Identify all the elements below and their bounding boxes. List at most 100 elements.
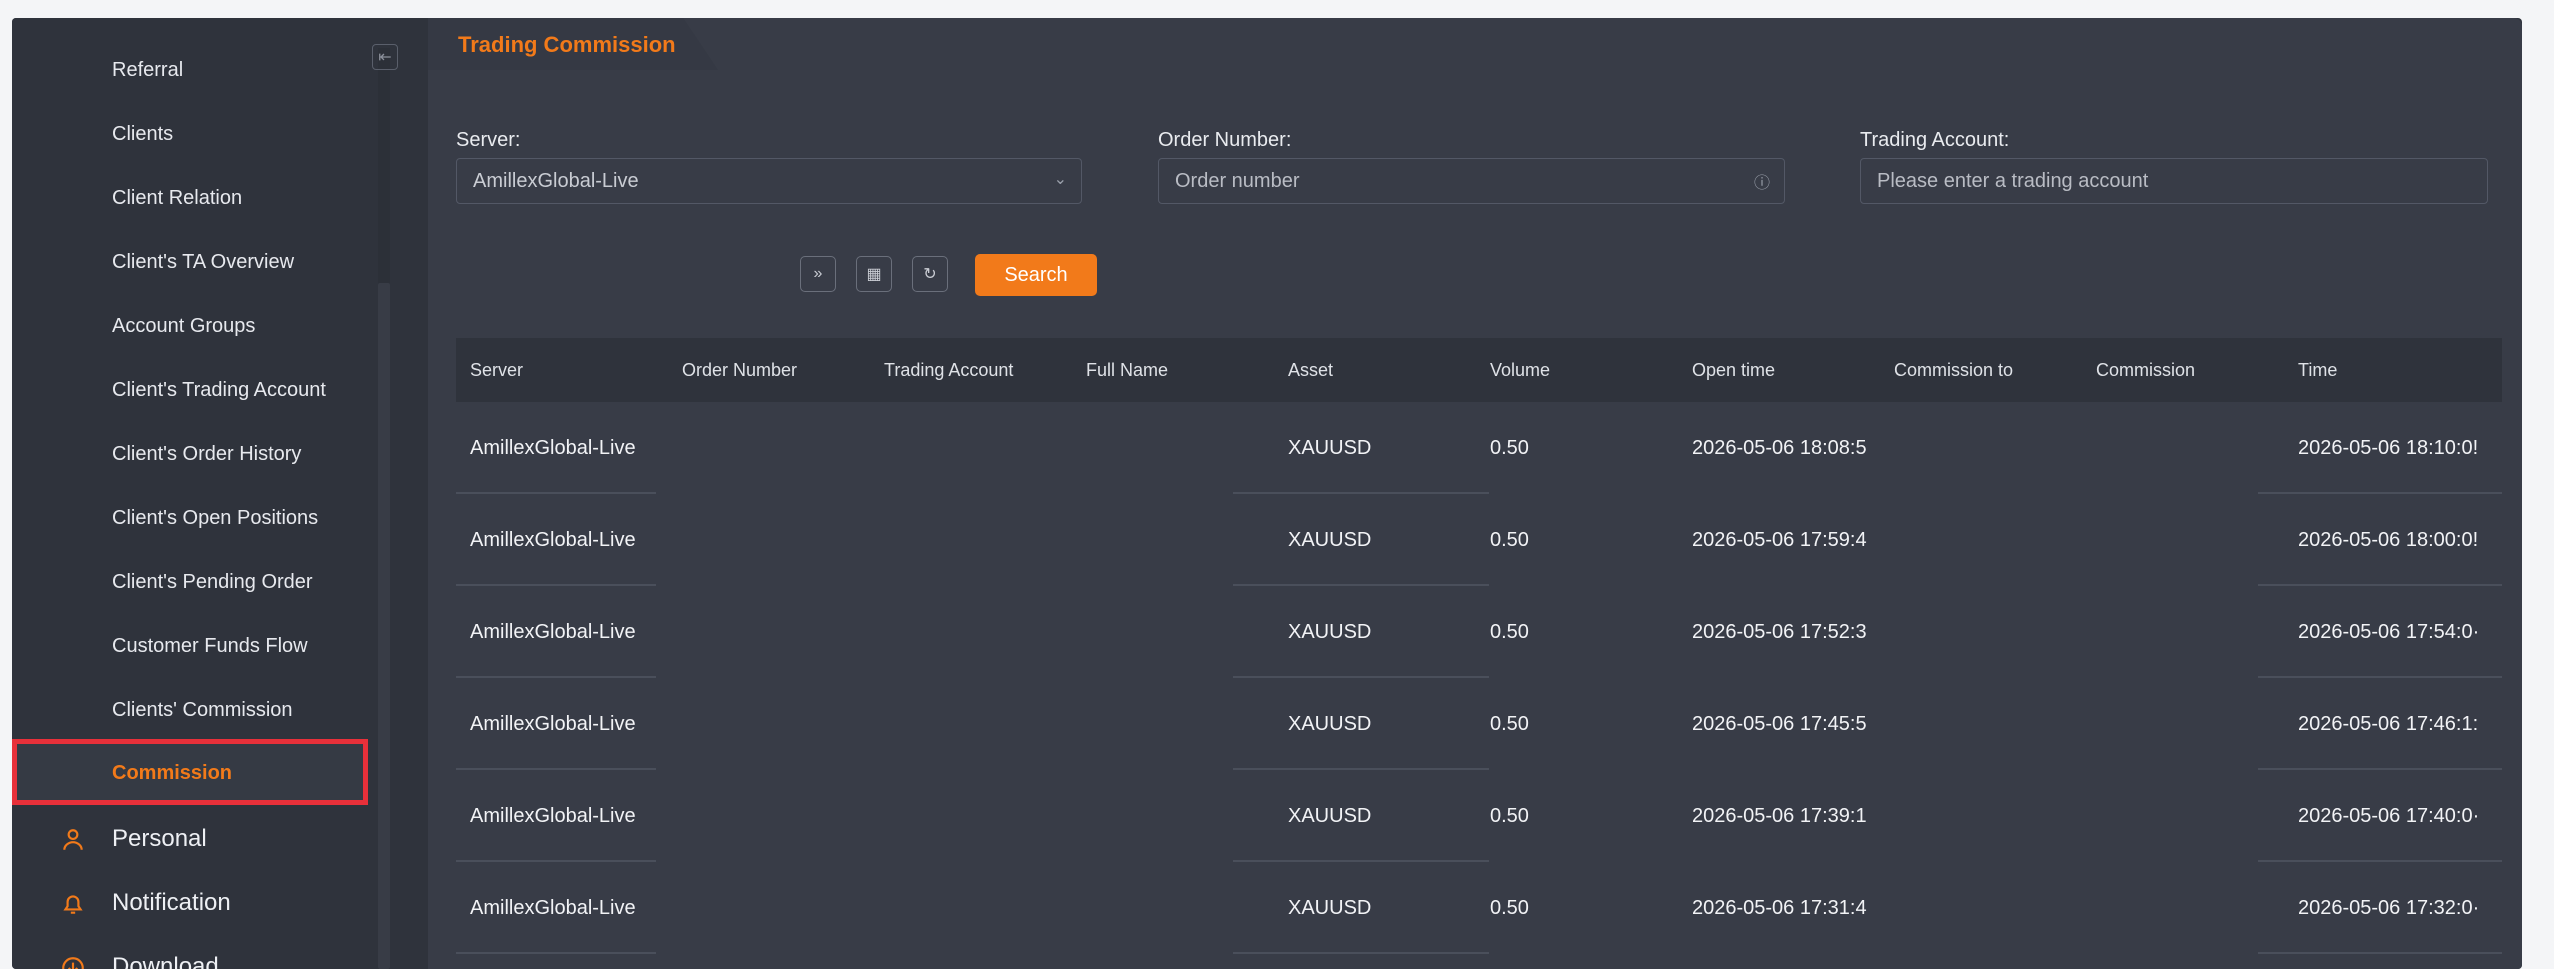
- cell-open-time: 2026-05-06 18:08:5: [1692, 436, 1867, 459]
- column-header-order-number[interactable]: Order Number: [682, 338, 797, 402]
- cell-server: AmillexGlobal-Live: [470, 620, 636, 643]
- sidebar-item-personal[interactable]: Personal: [12, 809, 367, 869]
- sidebar-item-client-relation[interactable]: Client Relation: [12, 168, 367, 228]
- cell-asset: XAUUSD: [1288, 896, 1372, 919]
- cell-open-time: 2026-05-06 17:39:1: [1692, 804, 1867, 827]
- sidebar-item-label: Client's Pending Order: [112, 570, 313, 593]
- table-row[interactable]: AmillexGlobal-Live XAUUSD 0.50 2026-05-06 1…: [456, 494, 2502, 586]
- cell-time: 2026-05-06 17:40:0·: [2298, 804, 2480, 827]
- column-header-trading-account[interactable]: Trading Account: [884, 338, 1013, 402]
- cell-server: AmillexGlobal-Live: [470, 712, 636, 735]
- app-window: ⇤ Referral Clients Client Relation Clien…: [12, 18, 2522, 969]
- order-number-label: Order Number:: [1158, 129, 1292, 151]
- table-row[interactable]: AmillexGlobal-Live XAUUSD 0.50 2026-05-06 1…: [456, 862, 2502, 954]
- cell-time: 2026-05-06 17:46:1:: [2298, 712, 2479, 735]
- column-header-commission-to[interactable]: Commission to: [1894, 338, 2013, 402]
- sidebar-item-client-pending-order[interactable]: Client's Pending Order: [12, 552, 367, 612]
- table-row[interactable]: AmillexGlobal-Live XAUUSD 0.50 2026-05-06 1…: [456, 770, 2502, 862]
- order-number-placeholder: Order number: [1175, 169, 1300, 192]
- cell-volume: 0.50: [1490, 528, 1529, 551]
- trading-account-label: Trading Account:: [1860, 129, 2010, 151]
- row-divider: [1233, 952, 1489, 954]
- row-divider: [2258, 952, 2502, 954]
- column-header-full-name[interactable]: Full Name: [1086, 338, 1168, 402]
- sidebar-item-label: Client's TA Overview: [112, 250, 295, 273]
- cell-volume: 0.50: [1490, 896, 1529, 919]
- notification-icon: [63, 895, 83, 914]
- sidebar-item-client-open-positions[interactable]: Client's Open Positions: [12, 488, 367, 548]
- column-header-volume[interactable]: Volume: [1490, 338, 1550, 402]
- collapse-icon[interactable]: ⇤: [372, 44, 398, 70]
- cell-server: AmillexGlobal-Live: [470, 436, 636, 459]
- sidebar-item-label: Download: [112, 953, 219, 969]
- expand-filters-icon[interactable]: »: [800, 256, 836, 292]
- sidebar-scrollbar-thumb[interactable]: [378, 283, 390, 969]
- table-row[interactable]: AmillexGlobal-Live XAUUSD 0.50 2026-05-06 1…: [456, 678, 2502, 770]
- sidebar-item-account-groups[interactable]: Account Groups: [12, 296, 367, 356]
- sidebar-item-commission[interactable]: Commission: [12, 743, 367, 803]
- cell-time: 2026-05-06 18:10:0!: [2298, 436, 2479, 459]
- sidebar-item-label: Client's Order History: [112, 442, 302, 465]
- info-icon[interactable]: ⓘ: [1754, 169, 1770, 193]
- export-excel-icon[interactable]: ▦: [856, 256, 892, 292]
- sidebar-item-label: Notification: [112, 889, 231, 916]
- chevron-down-icon: ⌄: [1053, 171, 1067, 188]
- cell-asset: XAUUSD: [1288, 712, 1372, 735]
- cell-asset: XAUUSD: [1288, 804, 1372, 827]
- sidebar-item-label: Client's Trading Account: [112, 378, 326, 401]
- main-panel: Trading Commission Server: AmillexGlobal…: [428, 18, 2522, 969]
- trading-account-input[interactable]: Please enter a trading account: [1860, 158, 2488, 204]
- sidebar-item-label: Referral: [112, 58, 184, 81]
- cell-volume: 0.50: [1490, 804, 1529, 827]
- sidebar-item-label: Customer Funds Flow: [112, 634, 308, 657]
- search-button[interactable]: Search: [975, 254, 1097, 296]
- cell-open-time: 2026-05-06 17:31:4: [1692, 896, 1867, 919]
- cell-asset: XAUUSD: [1288, 436, 1372, 459]
- server-select[interactable]: AmillexGlobal-Live ⌄: [456, 158, 1082, 204]
- sidebar-item-download[interactable]: Download: [12, 937, 367, 969]
- sidebar-item-customer-funds-flow[interactable]: Customer Funds Flow: [12, 616, 367, 676]
- trading-account-placeholder: Please enter a trading account: [1877, 169, 2149, 192]
- sidebar-item-label: Clients: [112, 122, 174, 145]
- sidebar-item-label: Commission: [112, 761, 233, 784]
- sidebar-item-label: Clients' Commission: [112, 698, 293, 721]
- cell-volume: 0.50: [1490, 436, 1529, 459]
- cell-open-time: 2026-05-06 17:45:5: [1692, 712, 1867, 735]
- column-header-asset[interactable]: Asset: [1288, 338, 1333, 402]
- sidebar-item-client-trading-account[interactable]: Client's Trading Account: [12, 360, 367, 420]
- sidebar-item-client-ta-overview[interactable]: Client's TA Overview: [12, 232, 367, 292]
- sidebar-item-label: Personal: [112, 825, 207, 852]
- table-row[interactable]: AmillexGlobal-Live XAUUSD 0.50 2026-05-06 1…: [456, 402, 2502, 494]
- cell-time: 2026-05-06 17:32:0·: [2298, 896, 2480, 919]
- cell-volume: 0.50: [1490, 620, 1529, 643]
- cell-open-time: 2026-05-06 17:52:3: [1692, 620, 1867, 643]
- download-icon: [62, 957, 84, 969]
- refresh-icon[interactable]: ↻: [912, 256, 948, 292]
- sidebar-item-label: Account Groups: [112, 314, 256, 337]
- cell-server: AmillexGlobal-Live: [470, 528, 636, 551]
- cell-asset: XAUUSD: [1288, 528, 1372, 551]
- sidebar-item-referral[interactable]: Referral: [12, 40, 367, 100]
- cell-asset: XAUUSD: [1288, 620, 1372, 643]
- row-divider: [456, 952, 656, 954]
- order-number-input[interactable]: Order number ⓘ: [1158, 158, 1785, 204]
- sidebar-item-label: Client's Open Positions: [112, 506, 319, 529]
- cell-open-time: 2026-05-06 17:59:4: [1692, 528, 1867, 551]
- column-header-open-time[interactable]: Open time: [1692, 338, 1775, 402]
- sidebar-item-client-order-history[interactable]: Client's Order History: [12, 424, 367, 484]
- cell-volume: 0.50: [1490, 712, 1529, 735]
- cell-time: 2026-05-06 17:54:0·: [2298, 620, 2480, 643]
- sidebar-item-label: Client Relation: [112, 186, 243, 209]
- column-header-time[interactable]: Time: [2298, 338, 2337, 402]
- column-header-commission[interactable]: Commission: [2096, 338, 2195, 402]
- column-header-server[interactable]: Server: [470, 338, 523, 402]
- sidebar-item-clients-commission[interactable]: Clients' Commission: [12, 680, 367, 740]
- personal-icon: [63, 829, 83, 850]
- server-label: Server:: [456, 129, 521, 151]
- sidebar-item-notification[interactable]: Notification: [12, 873, 367, 933]
- sidebar: ⇤ Referral Clients Client Relation Clien…: [12, 18, 398, 969]
- table-header: Server Order Number Trading Account Full…: [456, 338, 2502, 402]
- table-row[interactable]: AmillexGlobal-Live XAUUSD 0.50 2026-05-06 1…: [456, 586, 2502, 678]
- sidebar-item-clients[interactable]: Clients: [12, 104, 367, 164]
- server-select-value: AmillexGlobal-Live: [473, 169, 639, 192]
